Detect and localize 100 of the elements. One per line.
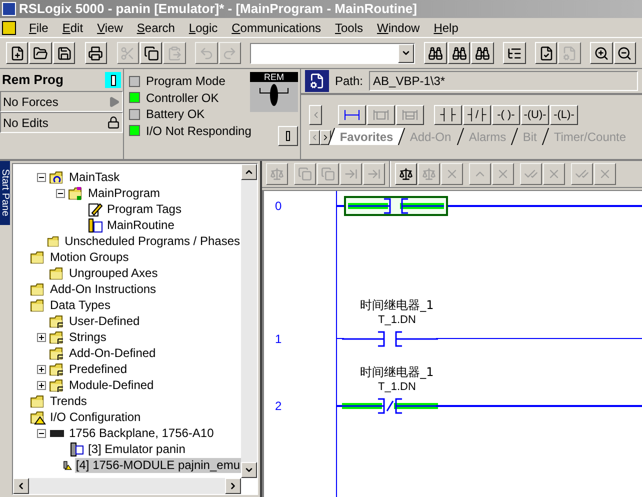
tree-folder-icon: [46, 234, 61, 248]
toolbar-button[interactable]: [471, 42, 494, 64]
toolbar-combo-box[interactable]: [250, 42, 416, 64]
folder-icon: [33, 46, 48, 60]
toolbar-button[interactable]: [29, 42, 52, 64]
tree-folder-icon: [30, 282, 46, 296]
expand-toggle[interactable]: [36, 380, 46, 390]
toolbar-button[interactable]: [84, 42, 108, 64]
toolbar-button[interactable]: [590, 42, 613, 64]
tree-item[interactable]: Predefined: [68, 362, 128, 376]
scroll-left-button[interactable]: [309, 105, 322, 125]
menu-item[interactable]: Search: [130, 18, 182, 36]
tree-item[interactable]: MainProgram: [87, 186, 162, 200]
tree-item[interactable]: 1756 Backplane, 1756-A10: [68, 426, 215, 440]
tag-description: 时间继电器_1: [360, 365, 434, 380]
mode-dropdown-icon[interactable]: [105, 72, 121, 88]
menu-item[interactable]: File: [22, 18, 56, 36]
toolbar-button[interactable]: [503, 42, 526, 64]
toolbar-button[interactable]: [424, 42, 447, 64]
forces-status: No Forces: [3, 94, 58, 110]
instruction-button[interactable]: ┤/├: [463, 105, 491, 125]
tree-item[interactable]: MainTask: [68, 170, 121, 184]
toolbar-button[interactable]: [534, 42, 558, 64]
status-label: Battery OK: [146, 106, 205, 124]
palette-tab[interactable]: Favorites: [328, 128, 404, 145]
minus-icon: [58, 190, 62, 196]
plus-icon: [38, 334, 44, 340]
scissors-icon: [120, 46, 136, 60]
menu-item[interactable]: View: [90, 18, 130, 36]
tree-item[interactable]: Trends: [49, 394, 88, 408]
tree-item[interactable]: MainRoutine: [106, 218, 176, 232]
horizontal-scrollbar[interactable]: [13, 478, 241, 494]
ladder-toolbar-button[interactable]: [395, 163, 417, 185]
tree-folder-icon: [30, 410, 46, 424]
path-label: Path:: [335, 73, 364, 90]
tree-item[interactable]: [3] Emulator panin: [87, 442, 186, 456]
path-field[interactable]: AB_VBP-1\3*: [369, 71, 638, 91]
menu-item[interactable]: Logic: [182, 18, 225, 36]
play-icon[interactable]: [108, 96, 120, 108]
toolbar-button[interactable]: [6, 42, 28, 64]
document-menu-icon[interactable]: [2, 20, 16, 34]
menu-item[interactable]: Tools: [328, 18, 370, 36]
status-label: I/O Not Responding: [146, 122, 252, 140]
tree-folder-icon: [30, 250, 46, 264]
instruction-button[interactable]: -( )-: [492, 105, 520, 125]
branch-icon: [372, 109, 390, 121]
gears-icon[interactable]: [305, 70, 329, 92]
tree-item[interactable]: Ungrouped Axes: [68, 266, 159, 280]
status-label: Controller OK: [146, 90, 219, 107]
tree-item[interactable]: Module-Defined: [68, 378, 155, 392]
status-label: Program Mode: [146, 73, 226, 90]
menu-item[interactable]: Help: [426, 18, 466, 36]
controller-mode: Rem Prog: [2, 71, 64, 90]
new-file-icon: [10, 46, 25, 60]
tree-item[interactable]: I/O Configuration: [49, 410, 142, 424]
tree-routine-icon: [87, 218, 103, 232]
expand-toggle[interactable]: [36, 172, 46, 182]
toolbar-button[interactable]: [140, 42, 162, 64]
expand-toggle[interactable]: [36, 364, 46, 374]
tree-item[interactable]: [4] 1756-MODULE pajnin_emu: [74, 458, 241, 472]
instruction-button[interactable]: [338, 105, 366, 125]
rung-number: 0: [275, 198, 282, 215]
tree-item[interactable]: Program Tags: [106, 202, 182, 216]
branch-icon: [401, 109, 419, 121]
expand-toggle[interactable]: [36, 428, 46, 438]
key-lock-label: REM: [250, 72, 298, 82]
tag-name: T_1.DN: [378, 381, 416, 394]
tree-item[interactable]: User-Defined: [68, 314, 141, 328]
toolbar-button[interactable]: [448, 42, 470, 64]
controller-button[interactable]: [278, 126, 298, 146]
expand-toggle[interactable]: [56, 188, 64, 198]
binoculars-icon: [452, 46, 467, 60]
lock-icon[interactable]: [107, 116, 120, 129]
document-icon: [562, 46, 578, 60]
toolbar-button[interactable]: [614, 42, 636, 64]
vertical-scrollbar[interactable]: [241, 164, 257, 478]
tab-scroll-left[interactable]: [309, 130, 320, 145]
minus-icon: [38, 174, 44, 180]
start-pane-tab[interactable]: Start Pane: [0, 161, 10, 225]
menu-item[interactable]: Communications: [224, 18, 328, 36]
tree-item[interactable]: Add-On-Defined: [68, 346, 157, 360]
instruction-button[interactable]: ┤├: [434, 105, 462, 125]
tree-item[interactable]: Unscheduled Programs / Phases: [64, 234, 241, 248]
instruction-button[interactable]: -(U)-: [521, 105, 549, 125]
rung-icon: [343, 109, 361, 121]
tree-item[interactable]: Data Types: [49, 298, 112, 312]
instruction-button[interactable]: -(L)-: [550, 105, 578, 125]
menu-item[interactable]: Edit: [55, 18, 90, 36]
menu-item[interactable]: Window: [370, 18, 427, 36]
dropdown-button[interactable]: [398, 44, 414, 62]
tree-item[interactable]: Motion Groups: [49, 250, 130, 264]
normally-open-contact[interactable]: [348, 198, 444, 214]
tree-folder-icon: [49, 170, 65, 184]
tree-item[interactable]: Add-On Instructions: [49, 282, 158, 296]
plus-icon: [38, 382, 44, 388]
instruction-selection-frame[interactable]: [344, 196, 448, 216]
toolbar-button[interactable]: [52, 42, 76, 64]
expand-toggle[interactable]: [36, 332, 46, 342]
copy-icon: [144, 46, 159, 60]
tree-item[interactable]: Strings: [68, 330, 108, 344]
